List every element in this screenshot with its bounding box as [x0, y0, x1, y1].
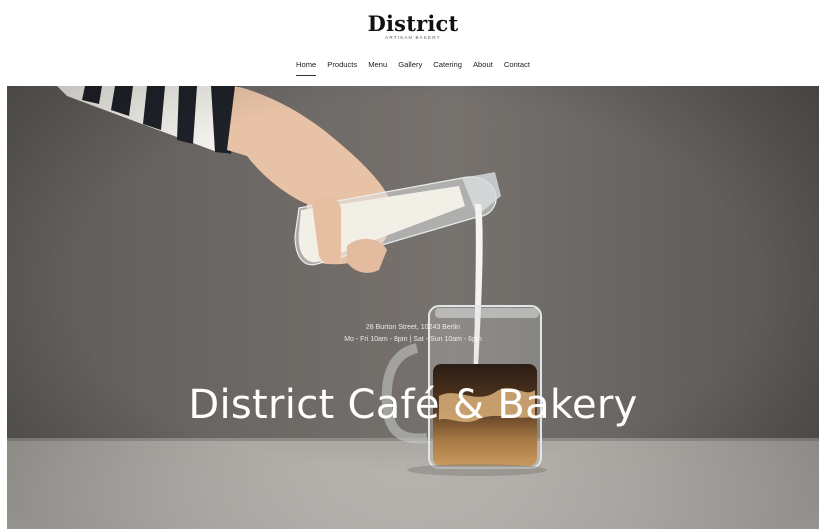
brand-name: District [367, 11, 459, 36]
brand-tagline: ARTISAN BAKERY [385, 35, 441, 40]
main-nav: Home Products Menu Gallery Catering Abou… [0, 59, 826, 76]
hero-title: District Café & Bakery [188, 381, 638, 428]
nav-products[interactable]: Products [322, 59, 363, 76]
nav-about[interactable]: About [467, 59, 498, 76]
nav-contact[interactable]: Contact [498, 59, 535, 76]
hero-banner: District Café & Bakery 28 Burton Street,… [7, 86, 819, 529]
nav-menu[interactable]: Menu [363, 59, 393, 76]
nav-catering[interactable]: Catering [428, 59, 468, 76]
site-header: District ARTISAN BAKERY Home Products Me… [0, 0, 826, 86]
hero-address: 28 Burton Street, 10243 Berlin [365, 324, 461, 331]
nav-gallery[interactable]: Gallery [393, 59, 428, 76]
brand-logo[interactable]: District ARTISAN BAKERY [0, 11, 826, 41]
hero-photo [7, 86, 819, 529]
hero-hours: Mo - Fri 10am - 8pm | Sat - Sun 10am - 6… [344, 336, 482, 343]
nav-home[interactable]: Home [290, 59, 321, 76]
